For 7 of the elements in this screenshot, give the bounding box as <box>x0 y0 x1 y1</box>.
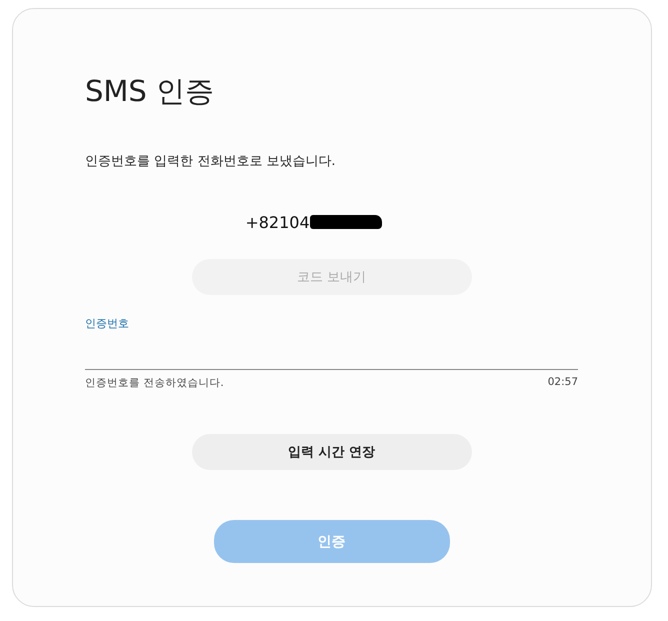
phone-number: +82104 <box>245 212 310 232</box>
timer-text: 02:57 <box>548 376 578 390</box>
helper-text: 인증번호를 전송하였습니다. <box>85 376 224 390</box>
page-title: SMS 인증 <box>85 73 216 109</box>
extend-time-button[interactable]: 입력 시간 연장 <box>192 434 472 470</box>
field-label: 인증번호 <box>85 317 130 331</box>
instruction-text: 인증번호를 입력한 전화번호로 보냈습니다. <box>85 153 337 171</box>
